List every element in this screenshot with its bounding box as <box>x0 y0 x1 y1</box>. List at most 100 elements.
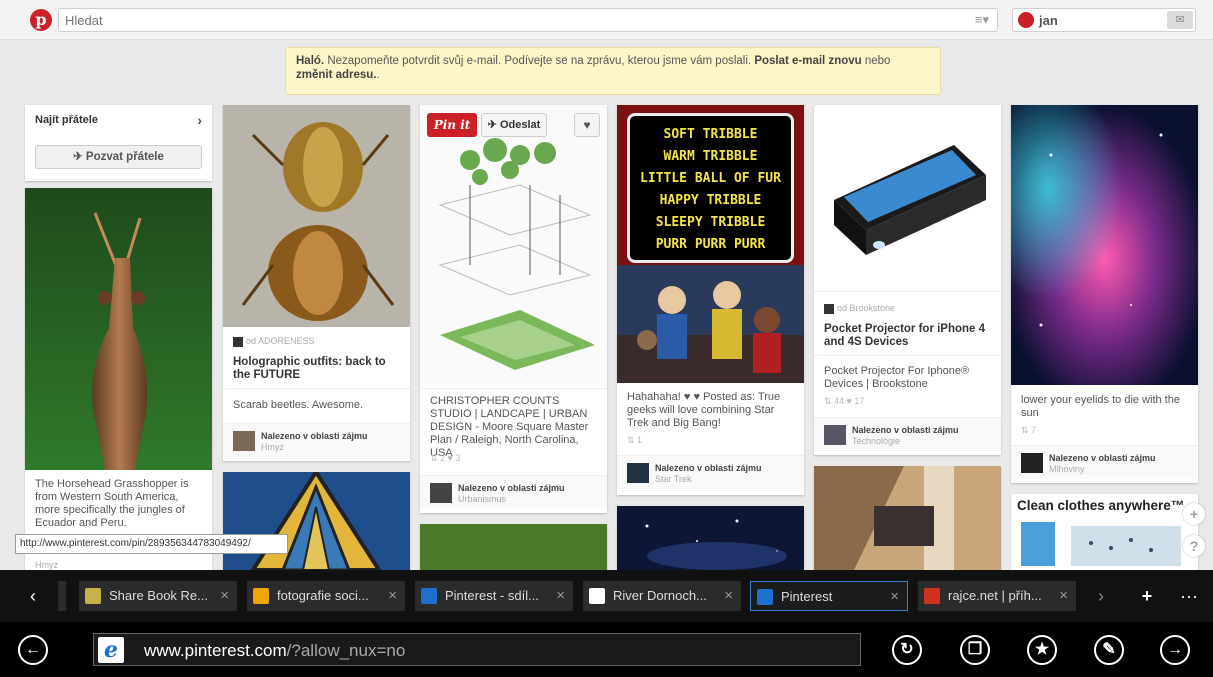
messages-icon[interactable]: ✉ <box>1167 11 1193 29</box>
tabs-button[interactable]: ❐ <box>960 635 990 665</box>
star-trek-scene <box>617 265 804 383</box>
pin-board: Mlhoviny <box>1049 464 1085 474</box>
pin-board: Star Trek <box>655 474 692 484</box>
pin-woodwork[interactable] <box>814 466 1001 570</box>
close-icon[interactable]: × <box>724 581 733 611</box>
pin-source[interactable]: od Brookstone <box>824 303 895 314</box>
notice-end: . <box>376 69 380 81</box>
pin-image[interactable] <box>814 105 1001 290</box>
pin-projector[interactable]: od Brookstone Pocket Projector for iPhon… <box>814 105 1001 455</box>
search-box[interactable]: ≡▾ <box>58 8 998 32</box>
change-address-link[interactable]: změnit adresu. <box>296 69 377 81</box>
pin-description: Hahahaha! ♥ ♥ Posted as: True geeks will… <box>627 391 781 429</box>
find-friends-card: Najít přátele › ✈ Pozvat přátele <box>25 105 212 181</box>
tab-options-button[interactable]: ··· <box>1176 583 1202 609</box>
pinterest-logo[interactable]: p <box>30 9 52 31</box>
tab-partial[interactable] <box>58 581 66 611</box>
pin-source[interactable]: od ADORENESS <box>233 336 315 347</box>
tab-share-book[interactable]: Share Book Re... × <box>79 581 237 611</box>
tab-label: rajce.net | příh... <box>948 588 1042 603</box>
tabs-prev-button[interactable]: ‹ <box>20 583 46 609</box>
pin-galaxy[interactable] <box>617 506 804 570</box>
email-confirm-notice: Haló. Nezapomeňte potvrdit svůj e-mail. … <box>285 47 941 95</box>
pin-stained-glass[interactable] <box>223 472 410 570</box>
tab-favicon <box>924 588 940 604</box>
tools-button[interactable]: ✎ <box>1094 635 1124 665</box>
url-path: /?allow_nux=no <box>286 641 406 660</box>
tabs-next-button[interactable]: › <box>1088 583 1114 609</box>
user-menu[interactable]: jan ✉ <box>1012 8 1196 32</box>
found-label: Nalezeno v oblasti zájmu <box>458 483 565 493</box>
pin-nebula[interactable]: lower your eyelids to die with the sun ⇅… <box>1011 105 1198 483</box>
send-button[interactable]: ✈ Odeslat <box>481 113 547 137</box>
pin-image[interactable] <box>223 472 410 570</box>
pin-image[interactable] <box>1011 105 1198 385</box>
pin-found-in[interactable]: Nalezeno v oblasti zájmu Mlhoviny <box>1011 445 1198 479</box>
refresh-button[interactable]: ↻ <box>892 635 922 665</box>
add-icon[interactable]: + <box>1183 503 1205 525</box>
close-icon[interactable]: × <box>220 581 229 611</box>
invite-friends-button[interactable]: ✈ Pozvat přátele <box>35 145 202 169</box>
forward-button[interactable]: → <box>1160 635 1190 665</box>
user-name[interactable]: jan <box>1039 13 1058 28</box>
pin-it-button[interactable]: Pin it <box>427 113 477 137</box>
pin-title[interactable]: Holographic outfits: back to the FUTURE <box>233 356 403 382</box>
pin-found-in[interactable]: Nalezeno v oblasti zájmu Star Trek <box>617 455 804 489</box>
resend-email-link[interactable]: Poslat e-mail znovu <box>754 55 861 67</box>
tab-fotografie[interactable]: fotografie soci... × <box>247 581 405 611</box>
tab-rajce[interactable]: rajce.net | příh... × <box>918 581 1076 611</box>
pin-image[interactable] <box>1011 518 1198 570</box>
pin-beetles[interactable]: od ADORENESS Holographic outfits: back t… <box>223 105 410 461</box>
pin-landscape[interactable]: CHRISTOPHER COUNTS STUDIO | LANDCAPE | U… <box>420 105 607 513</box>
pin-found-in[interactable]: Nalezeno v oblasti zájmu Technologie <box>814 417 1001 451</box>
close-icon[interactable]: × <box>1059 581 1068 611</box>
tab-label: Pinterest <box>781 589 833 604</box>
pin-board: Technologie <box>852 436 901 446</box>
poem-line: LITTLE BALL OF FUR <box>640 171 781 186</box>
tab-pinterest-active[interactable]: Pinterest × <box>750 581 908 611</box>
board-thumbnail <box>1021 453 1043 473</box>
close-icon[interactable]: × <box>388 581 397 611</box>
search-input[interactable] <box>59 9 939 31</box>
pin-image[interactable] <box>814 466 1001 570</box>
pin-description: Pocket Projector For Iphone® Devices | B… <box>824 365 970 390</box>
pin-board: Hmyz <box>261 442 284 452</box>
category-menu-icon[interactable]: ≡▾ <box>971 12 993 28</box>
pin-green[interactable] <box>420 524 607 570</box>
tab-pinterest-share[interactable]: Pinterest - sdíl... × <box>415 581 573 611</box>
poem-box: SOFT TRIBBLE WARM TRIBBLE LITTLE BALL OF… <box>627 113 794 263</box>
pin-found-in[interactable]: Nalezeno v oblasti zájmu Urbanismus <box>420 475 607 509</box>
pin-grasshopper[interactable]: The Horsehead Grasshopper is from Wester… <box>25 188 212 570</box>
close-icon[interactable]: × <box>556 581 565 611</box>
pin-description: Scarab beetles. Awesome. <box>233 399 364 411</box>
tab-river-dornoch[interactable]: River Dornoch... × <box>583 581 741 611</box>
new-tab-button[interactable]: + <box>1134 583 1160 609</box>
find-friends-title[interactable]: Najít přátele <box>35 114 98 126</box>
url-field[interactable]: e www.pinterest.com/?allow_nux=no <box>93 633 861 666</box>
poem-line: SLEEPY TRIBBLE <box>655 215 766 230</box>
divider <box>814 291 1001 292</box>
pin-image[interactable] <box>420 105 607 387</box>
found-label: Nalezeno v oblasti zájmu <box>852 425 959 435</box>
pin-found-in[interactable]: Nalezeno v oblasti zájmu Hmyz <box>223 423 410 457</box>
help-icon[interactable]: ? <box>1183 535 1205 557</box>
back-button[interactable]: ← <box>18 635 48 665</box>
chevron-right-icon[interactable]: › <box>197 112 202 128</box>
url-text[interactable]: www.pinterest.com/?allow_nux=no <box>144 641 405 661</box>
tab-favicon <box>757 589 773 605</box>
pin-clean-clothes[interactable]: Clean clothes anywhere™ <box>1011 494 1198 570</box>
tab-favicon <box>421 588 437 604</box>
pin-board: Hmyz <box>35 560 58 570</box>
favorites-button[interactable]: ★ <box>1027 635 1057 665</box>
heart-icon[interactable]: ♥ <box>574 113 600 137</box>
pin-title[interactable]: Pocket Projector for iPhone 4 and 4S Dev… <box>824 323 994 349</box>
close-icon[interactable]: × <box>890 582 899 612</box>
pin-star-trek[interactable]: SOFT TRIBBLE WARM TRIBBLE LITTLE BALL OF… <box>617 105 804 495</box>
pin-image[interactable] <box>617 506 804 570</box>
pin-image[interactable] <box>25 188 212 470</box>
poem-line: SOFT TRIBBLE <box>663 127 758 142</box>
pin-stats: ⇅ 44 ♥ 17 <box>824 396 865 406</box>
pin-image[interactable]: SOFT TRIBBLE WARM TRIBBLE LITTLE BALL OF… <box>617 105 804 383</box>
browser-window: { "header": { "logo": "p", "search_place… <box>0 0 1213 677</box>
pin-image[interactable] <box>223 105 410 327</box>
